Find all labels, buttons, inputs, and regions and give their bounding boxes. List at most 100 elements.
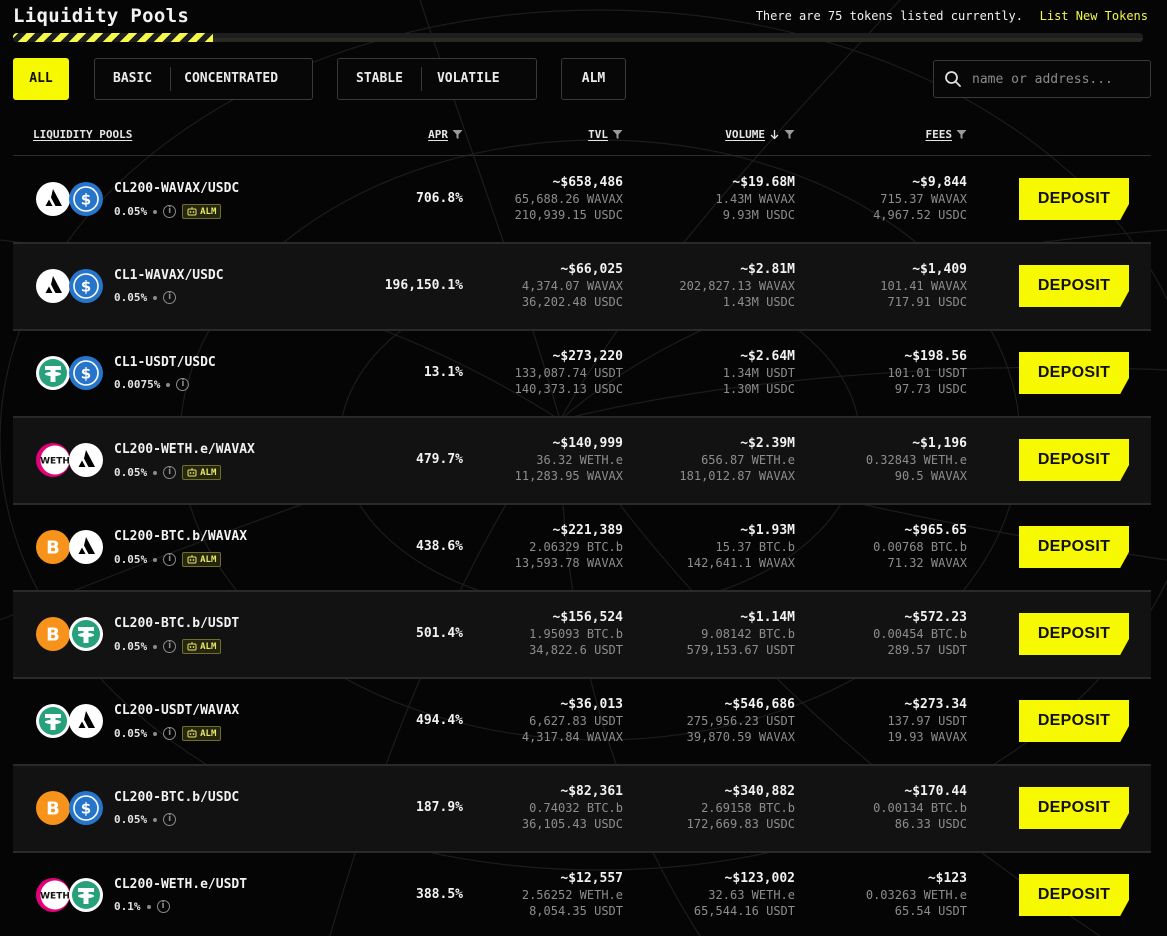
alm-badge-label: ALM <box>200 206 217 217</box>
volume-usd: ~$546,686 <box>724 697 795 712</box>
filter-icon[interactable] <box>784 129 795 140</box>
list-new-tokens-link[interactable]: List New Tokens <box>1040 9 1148 23</box>
pool-tvl: ~$221,389 2.06329 BTC.b 13,593.78 WAVAX <box>515 522 623 571</box>
tvl-token-a: 4,374.07 WAVAX <box>521 279 623 293</box>
filter-concentrated-button[interactable]: CONCENTRATED <box>171 67 296 91</box>
alm-badge-label: ALM <box>200 554 217 565</box>
volume-token-a: 1.34M USDT <box>722 366 795 380</box>
deposit-button[interactable]: DEPOSIT <box>1019 874 1129 916</box>
filter-bar: ALL BASIC CONCENTRATED STABLE VOLATILE A… <box>13 58 1153 100</box>
info-icon[interactable]: i <box>163 640 177 653</box>
filter-alm-button[interactable]: ALM <box>561 58 626 100</box>
column-header-tvl[interactable]: TVL <box>588 128 623 141</box>
deposit-button[interactable]: DEPOSIT <box>1019 265 1129 307</box>
separator-dot <box>153 817 158 822</box>
info-icon[interactable]: i <box>163 466 177 479</box>
deposit-button[interactable]: DEPOSIT <box>1019 526 1129 568</box>
pool-meta: 0.05% i ALM <box>114 639 222 654</box>
usdc-token-icon: $ <box>68 268 104 304</box>
svg-text:WETH: WETH <box>40 457 70 467</box>
info-icon[interactable]: i <box>163 813 177 826</box>
pool-fee: 0.05% <box>114 466 148 479</box>
alm-badge: ALM <box>182 639 222 654</box>
info-icon[interactable]: i <box>163 553 177 566</box>
fees-usd: ~$123 <box>927 871 967 886</box>
fees-token-a: 0.00454 BTC.b <box>873 627 967 641</box>
fees-token-a: 137.97 USDT <box>887 714 967 728</box>
pool-name[interactable]: CL200-USDT/WAVAX <box>114 703 239 718</box>
pool-tvl: ~$273,220 133,087.74 USDT 140,373.13 USDC <box>515 348 623 397</box>
pool-fee: 0.05% <box>114 205 148 218</box>
column-header-fees[interactable]: FEES <box>926 128 968 141</box>
pool-fees: ~$1,196 0.32843 WETH.e 90.5 WAVAX <box>866 435 967 484</box>
pool-row[interactable]: B CL200-BTC.b/WAVAX 0.05% i ALM 438.6% ~$221,3… <box>13 505 1151 592</box>
pool-name[interactable]: CL200-BTC.b/WAVAX <box>114 529 247 544</box>
pool-fees: ~$273.34 137.97 USDT 19.93 WAVAX <box>888 696 967 745</box>
info-icon[interactable]: i <box>163 205 177 218</box>
pool-name[interactable]: CL200-BTC.b/USDT <box>114 616 239 631</box>
pool-row[interactable]: $ CL1-WAVAX/USDC 0.05% i 196,150.1% ~$66,025 4… <box>13 244 1151 331</box>
pool-row[interactable]: B CL200-BTC.b/USDT 0.05% i ALM 501.4% ~$156,52… <box>13 592 1151 679</box>
filter-volatile-button[interactable]: VOLATILE <box>422 67 518 91</box>
filter-basic-button[interactable]: BASIC <box>95 67 170 91</box>
pool-row[interactable]: WETH CL200-WETH.e/WAVAX 0.05% i ALM 479.7% ~$1… <box>13 418 1151 505</box>
deposit-button[interactable]: DEPOSIT <box>1019 700 1129 742</box>
column-header-apr[interactable]: APR <box>428 128 463 141</box>
info-icon[interactable]: i <box>163 727 177 740</box>
pool-tvl: ~$66,025 4,374.07 WAVAX 36,202.48 USDC <box>522 261 623 310</box>
pool-name[interactable]: CL200-WETH.e/USDT <box>114 877 247 892</box>
filter-icon[interactable] <box>612 129 623 140</box>
pool-name[interactable]: CL200-WAVAX/USDC <box>114 181 239 196</box>
pool-apr: 706.8% <box>416 191 463 206</box>
column-header-pools[interactable]: LIQUIDITY POOLS <box>33 128 132 141</box>
deposit-button[interactable]: DEPOSIT <box>1019 787 1129 829</box>
robot-icon <box>187 729 197 738</box>
token-pair-icons: $ <box>35 355 105 391</box>
pool-row[interactable]: CL200-USDT/WAVAX 0.05% i ALM 494.4% ~$36,013 6… <box>13 679 1151 766</box>
info-icon[interactable]: i <box>156 900 170 913</box>
usdc-token-icon: $ <box>68 181 104 217</box>
volume-token-a: 15.37 BTC.b <box>715 540 795 554</box>
usdc-token-icon: $ <box>68 790 104 826</box>
svg-text:B: B <box>46 538 60 559</box>
volume-usd: ~$2.81M <box>740 262 795 277</box>
column-label: LIQUIDITY POOLS <box>33 128 133 141</box>
separator-dot <box>153 644 158 649</box>
filter-stable-button[interactable]: STABLE <box>338 67 421 91</box>
pool-meta: 0.05% i ALM <box>114 726 222 741</box>
weth-token-icon: WETH <box>35 442 71 478</box>
volume-usd: ~$1.93M <box>740 523 795 538</box>
tvl-token-a: 2.06329 BTC.b <box>529 540 623 554</box>
pool-row[interactable]: WETH CL200-WETH.e/USDT 0.1% i 388.5% ~$12,557… <box>13 853 1151 936</box>
deposit-button[interactable]: DEPOSIT <box>1019 352 1129 394</box>
fees-usd: ~$1,409 <box>912 262 967 277</box>
filter-all-button[interactable]: ALL <box>13 58 69 100</box>
avax-token-icon <box>68 442 104 478</box>
pool-row[interactable]: $ CL1-USDT/USDC 0.0075% i 13.1% ~$273,220 133,… <box>13 331 1151 418</box>
tvl-usd: ~$273,220 <box>552 349 623 364</box>
tvl-token-b: 13,593.78 WAVAX <box>514 556 623 570</box>
pool-name[interactable]: CL200-BTC.b/USDC <box>114 790 239 805</box>
deposit-button[interactable]: DEPOSIT <box>1019 439 1129 481</box>
pool-name[interactable]: CL1-WAVAX/USDC <box>114 268 224 283</box>
search-box[interactable] <box>933 60 1151 98</box>
fees-token-a: 0.32843 WETH.e <box>865 453 967 467</box>
info-icon[interactable]: i <box>176 378 190 391</box>
svg-text:$: $ <box>81 278 91 296</box>
info-icon[interactable]: i <box>163 291 177 304</box>
tvl-token-a: 1.95093 BTC.b <box>529 627 623 641</box>
deposit-button[interactable]: DEPOSIT <box>1019 178 1129 220</box>
pool-row[interactable]: B $ CL200-BTC.b/USDC 0.05% i 187.9% ~$82,361 0.… <box>13 766 1151 853</box>
column-header-volume[interactable]: VOLUME <box>725 128 795 141</box>
filter-icon[interactable] <box>956 129 967 140</box>
pool-name[interactable]: CL1-USDT/USDC <box>114 355 216 370</box>
pool-name[interactable]: CL200-WETH.e/WAVAX <box>114 442 255 457</box>
column-label: FEES <box>925 128 953 141</box>
deposit-button[interactable]: DEPOSIT <box>1019 613 1129 655</box>
pool-row[interactable]: $ CL200-WAVAX/USDC 0.05% i ALM 706.8% ~$658,48… <box>13 157 1151 244</box>
pool-meta: 0.1% i <box>114 900 170 913</box>
arrow-down-icon[interactable] <box>769 129 780 140</box>
search-input[interactable] <box>972 71 1142 87</box>
svg-text:$: $ <box>81 800 91 818</box>
filter-icon[interactable] <box>452 129 463 140</box>
